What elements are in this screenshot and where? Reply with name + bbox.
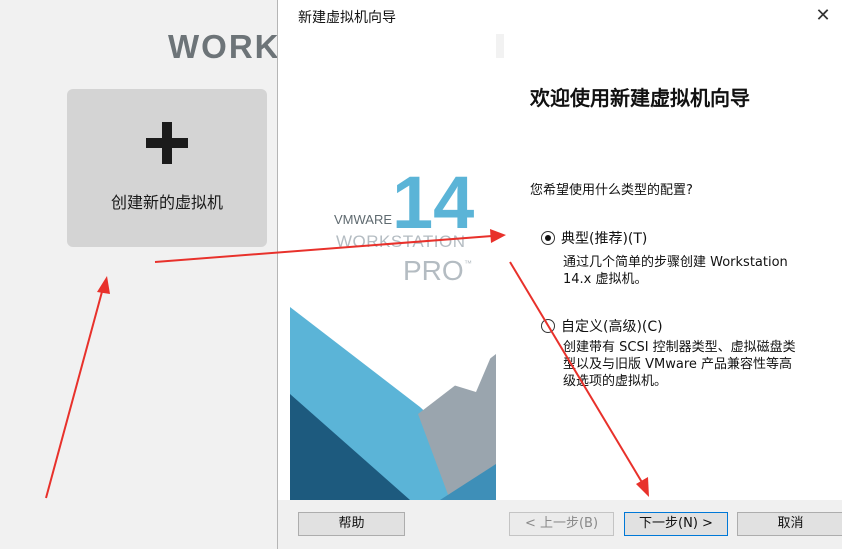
dialog-title: 新建虚拟机向导 xyxy=(298,10,396,26)
desc-line: 通过几个简单的步骤创建 Workstation xyxy=(563,255,788,270)
create-new-vm-tile[interactable]: 创建新的虚拟机 xyxy=(67,89,267,247)
logo-trademark: ™ xyxy=(464,259,472,268)
desc-line: 创建带有 SCSI 控制器类型、虚拟磁盘类 xyxy=(563,340,796,355)
desc-line: 型以及与旧版 VMware 产品兼容性等高 xyxy=(563,357,793,372)
desc-line: 14.x 虚拟机。 xyxy=(563,272,648,287)
wizard-banner: 14 VMWARE WORKSTATION PRO ™ xyxy=(290,34,496,500)
new-vm-wizard-dialog: 新建虚拟机向导 ✕ 14 VMWARE WORKSTATION PRO ™ 欢迎… xyxy=(277,0,842,549)
dialog-footer: 帮助 < 上一步(B) 下一步(N) > 取消 xyxy=(278,500,842,549)
back-button: < 上一步(B) xyxy=(509,512,614,536)
tile-label: 创建新的虚拟机 xyxy=(110,193,223,212)
plus-icon-bar xyxy=(146,138,188,148)
option-typical[interactable]: 典型(推荐)(T) xyxy=(541,228,647,248)
annotation-arrow-to-tile xyxy=(45,287,104,499)
desc-line: 级选项的虚拟机。 xyxy=(563,374,668,389)
close-icon[interactable]: ✕ xyxy=(809,2,837,30)
option-custom[interactable]: 自定义(高级)(C) xyxy=(541,316,663,336)
logo-vendor: VMWARE xyxy=(334,212,392,227)
next-button[interactable]: 下一步(N) > xyxy=(624,512,728,536)
cancel-button[interactable]: 取消 xyxy=(737,512,842,536)
logo-edition: PRO xyxy=(403,255,464,286)
panel-strip xyxy=(496,34,504,58)
option-typical-label: 典型(推荐)(T) xyxy=(561,231,648,247)
option-custom-description: 创建带有 SCSI 控制器类型、虚拟磁盘类 型以及与旧版 VMware 产品兼容… xyxy=(563,339,796,390)
radio-typical[interactable] xyxy=(541,231,555,245)
option-typical-description: 通过几个简单的步骤创建 Workstation 14.x 虚拟机。 xyxy=(563,254,788,288)
wizard-heading: 欢迎使用新建虚拟机向导 xyxy=(530,86,750,110)
config-question: 您希望使用什么类型的配置? xyxy=(530,183,693,198)
logo-product: WORKSTATION xyxy=(336,232,466,251)
arrowhead xyxy=(97,276,110,294)
option-custom-label: 自定义(高级)(C) xyxy=(561,319,663,335)
title-bar: 新建虚拟机向导 ✕ xyxy=(278,0,842,34)
radio-custom[interactable] xyxy=(541,319,555,333)
help-button[interactable]: 帮助 xyxy=(298,512,405,536)
